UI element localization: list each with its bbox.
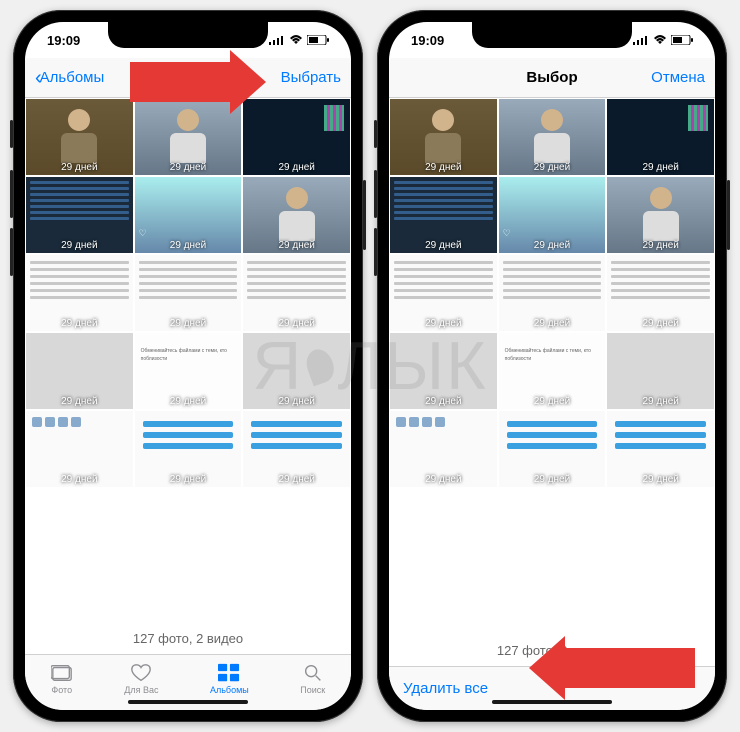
iphone-right: 19:09 Выбор Отмена 29 дней 29 дней 29 дн… (377, 10, 727, 722)
nav-bar: Выбор Отмена (389, 58, 715, 98)
thumb[interactable]: 29 дней (606, 254, 715, 332)
thumb[interactable]: 29 дней (25, 98, 134, 176)
photos-icon (51, 663, 73, 683)
iphone-left: 19:09 ‹ Альбомы Н Выбрать 29 дней 29 дне… (13, 10, 363, 722)
back-label: Альбомы (40, 69, 105, 86)
thumb[interactable]: 29 дней (134, 410, 243, 488)
thumb[interactable]: 29 дней (25, 332, 134, 410)
thumb[interactable]: 29 дней (498, 98, 607, 176)
thumb[interactable]: 29 дней (606, 332, 715, 410)
item-count: 127 фото, 2 видео (25, 623, 351, 654)
tab-foryou[interactable]: Для Вас (124, 663, 158, 695)
home-indicator[interactable] (492, 700, 612, 704)
photo-grid[interactable]: 29 дней 29 дней 29 дней 29 дней ♡29 дней… (389, 98, 715, 635)
thumb[interactable]: ♡29 дней (498, 176, 607, 254)
battery-icon (307, 35, 329, 45)
select-button[interactable]: Выбрать (281, 69, 341, 86)
wifi-icon (653, 35, 667, 45)
thumb[interactable]: 29 дней (606, 176, 715, 254)
cancel-button[interactable]: Отмена (645, 69, 705, 86)
tab-albums[interactable]: Альбомы (210, 663, 249, 695)
iphone-notch (472, 22, 632, 48)
thumb[interactable]: 29 дней (498, 410, 607, 488)
iphone-notch (108, 22, 268, 48)
thumb[interactable]: 29 дней (389, 254, 498, 332)
heart-icon: ♡ (139, 228, 147, 239)
tab-search[interactable]: Поиск (300, 663, 325, 695)
signal-icon (633, 35, 649, 45)
annotation-arrow-delete (529, 636, 695, 700)
search-icon (302, 663, 324, 683)
home-indicator[interactable] (128, 700, 248, 704)
foryou-icon (130, 663, 152, 683)
heart-icon: ♡ (503, 228, 511, 239)
thumb[interactable]: 29 дней (498, 254, 607, 332)
photo-grid[interactable]: 29 дней 29 дней 29 дней 29 дней ♡29 дней… (25, 98, 351, 623)
thumb[interactable]: 29 дней (389, 98, 498, 176)
thumb[interactable]: 29 дней (606, 410, 715, 488)
thumb[interactable]: 29 дней (25, 254, 134, 332)
status-time: 19:09 (411, 33, 444, 48)
thumb[interactable]: Обменивайтесь файлами с теми, кто поблиз… (134, 332, 243, 410)
albums-icon (218, 663, 240, 683)
thumb[interactable]: 29 дней (242, 410, 351, 488)
thumb[interactable]: 29 дней (389, 332, 498, 410)
battery-icon (671, 35, 693, 45)
thumb[interactable]: 29 дней (134, 254, 243, 332)
thumb[interactable]: ♡29 дней (134, 176, 243, 254)
thumb[interactable]: Обменивайтесь файлами с теми, кто поблиз… (498, 332, 607, 410)
wifi-icon (289, 35, 303, 45)
thumb[interactable]: 29 дней (242, 332, 351, 410)
thumb[interactable]: 29 дней (25, 410, 134, 488)
nav-title: Выбор (459, 69, 645, 86)
thumb[interactable]: 29 дней (25, 176, 134, 254)
annotation-arrow-select (130, 50, 266, 114)
status-time: 19:09 (47, 33, 80, 48)
status-indicators (269, 35, 329, 45)
thumb[interactable]: 29 дней (606, 98, 715, 176)
tab-photos[interactable]: Фото (51, 663, 73, 695)
thumb[interactable]: 29 дней (242, 176, 351, 254)
delete-all-button[interactable]: Удалить все (403, 680, 488, 697)
thumb[interactable]: 29 дней (389, 176, 498, 254)
back-button[interactable]: ‹ Альбомы (35, 68, 104, 88)
thumb[interactable]: 29 дней (389, 410, 498, 488)
status-indicators (633, 35, 693, 45)
signal-icon (269, 35, 285, 45)
thumb[interactable]: 29 дней (242, 254, 351, 332)
